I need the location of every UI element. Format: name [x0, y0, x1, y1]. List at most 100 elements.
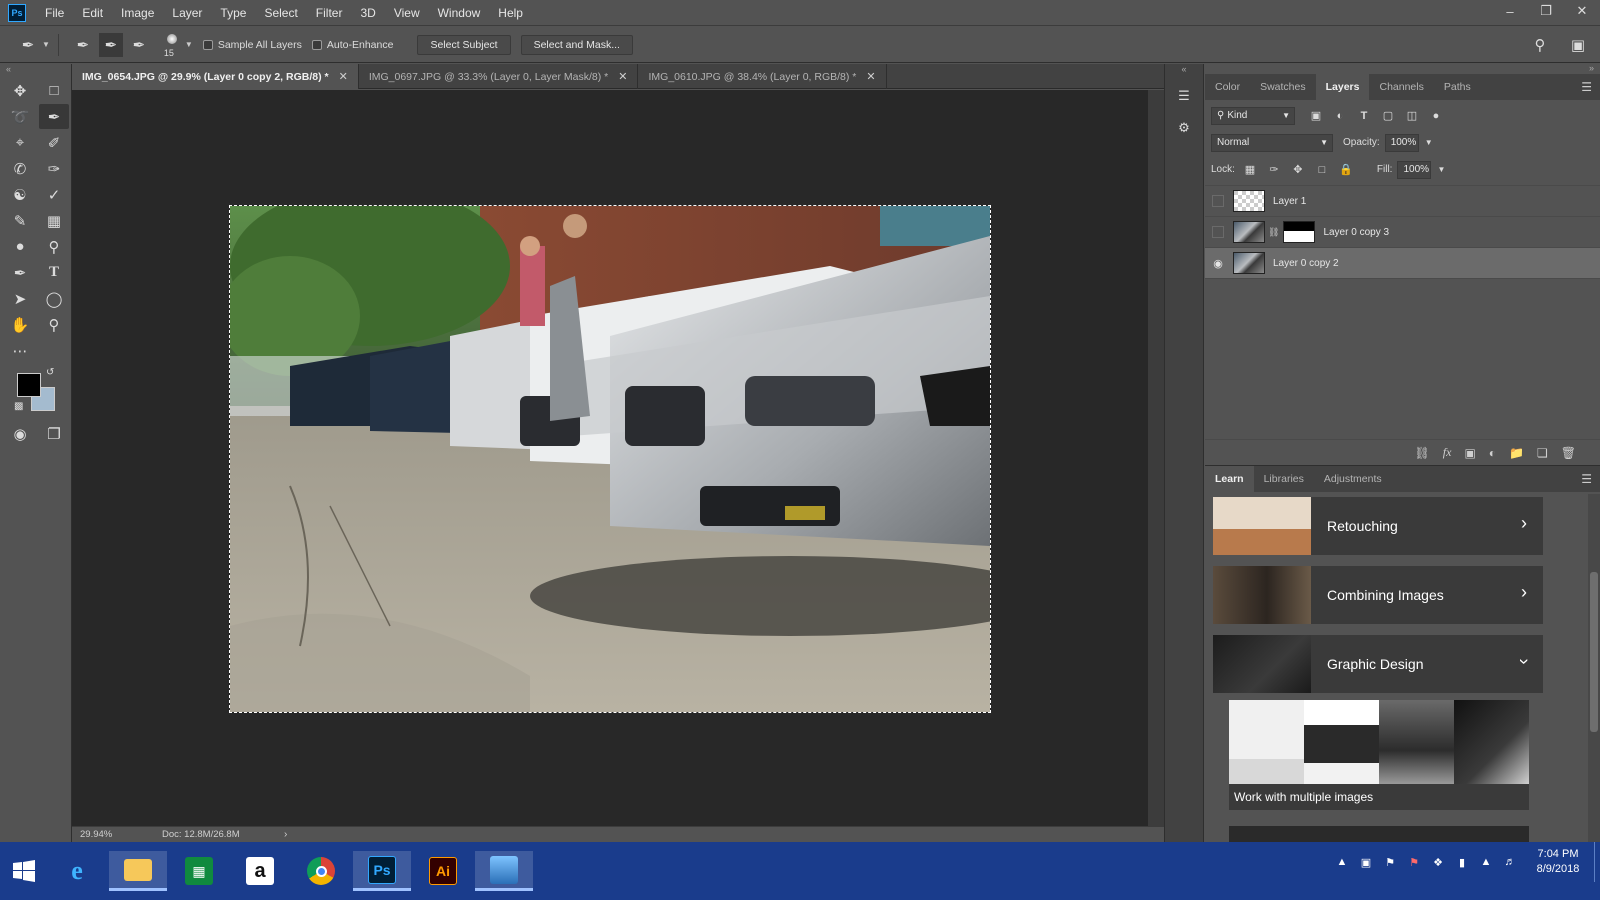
panel-expand-icon[interactable]: »	[1205, 64, 1600, 74]
delete-layer-icon[interactable]: 🗑	[1561, 446, 1576, 460]
type-layer-filter-icon[interactable]: T	[1355, 110, 1373, 122]
swap-colors-icon[interactable]: ↺	[46, 367, 54, 378]
opacity-input[interactable]: 100%	[1384, 133, 1419, 152]
taskbar-store[interactable]: ▦	[170, 851, 228, 891]
screen-mode-icon[interactable]: ❐	[39, 421, 69, 446]
close-icon[interactable]: ✕	[618, 70, 627, 83]
blend-mode-select[interactable]: Normal ▼	[1211, 133, 1333, 152]
move-tool-icon[interactable]: ✥	[5, 78, 35, 103]
layer-row-layer-0-copy-2[interactable]: ◉ Layer 0 copy 2	[1205, 248, 1600, 279]
path-selection-tool-icon[interactable]: ➤	[5, 286, 35, 311]
opacity-chevron-icon[interactable]: ▼	[1425, 138, 1433, 147]
adjustment-layer-filter-icon[interactable]: ◐	[1331, 110, 1349, 122]
close-icon[interactable]: ✕	[866, 70, 875, 83]
smart-object-filter-icon[interactable]: ◫	[1403, 109, 1421, 122]
canvas-area[interactable]	[72, 90, 1148, 826]
layer-name[interactable]: Layer 1	[1273, 196, 1306, 207]
hand-tool-icon[interactable]: ✋	[5, 312, 35, 337]
tab-img-0610[interactable]: IMG_0610.JPG @ 38.4% (Layer 0, RGB/8) * …	[638, 64, 887, 89]
menu-help[interactable]: Help	[489, 0, 532, 26]
select-and-mask-button[interactable]: Select and Mask...	[520, 34, 633, 55]
menu-filter[interactable]: Filter	[307, 0, 352, 26]
eye-icon[interactable]: ◉	[1211, 256, 1225, 270]
filter-toggle-icon[interactable]: ●	[1427, 110, 1445, 122]
panel-menu-icon[interactable]: ☰	[1581, 472, 1592, 486]
taskbar-amazon[interactable]: a	[231, 851, 289, 891]
minimize-icon[interactable]: –	[1492, 0, 1528, 22]
preset-dropdown-chevron-icon[interactable]: ▼	[42, 40, 50, 49]
tutorial-card[interactable]: Work with multiple images	[1229, 700, 1529, 810]
adjustment-layer-icon[interactable]: ◐	[1489, 446, 1496, 460]
menu-3d[interactable]: 3D	[351, 0, 384, 26]
zoom-tool-icon[interactable]: ⚲	[39, 312, 69, 337]
tab-swatches[interactable]: Swatches	[1250, 74, 1316, 100]
select-subject-button[interactable]: Select Subject	[417, 34, 511, 55]
learn-topic-retouching[interactable]: Retouching ›	[1213, 497, 1543, 555]
fill-input[interactable]: 100%	[1397, 160, 1432, 179]
taskbar-internet-explorer[interactable]: e	[48, 851, 106, 891]
lock-image-pixels-icon[interactable]: ✑	[1265, 163, 1283, 176]
lasso-tool-icon[interactable]: ➰	[5, 104, 35, 129]
show-desktop-button[interactable]	[1594, 842, 1600, 882]
dropbox-icon[interactable]: ❖	[1426, 856, 1450, 869]
layer-style-icon[interactable]: fx	[1443, 445, 1452, 460]
taskbar-illustrator[interactable]: Ai	[414, 851, 472, 891]
history-panel-icon[interactable]: ☰	[1172, 84, 1196, 108]
show-hidden-icons-icon[interactable]: ▲	[1330, 856, 1354, 868]
history-brush-tool-icon[interactable]: ✓	[39, 182, 69, 207]
learn-topic-graphic-design[interactable]: Graphic Design ›	[1213, 635, 1543, 693]
new-group-icon[interactable]: 📁	[1509, 446, 1524, 460]
close-icon[interactable]: ✕	[1564, 0, 1600, 22]
quick-selection-preset-icon[interactable]: ✒	[16, 33, 40, 57]
visibility-toggle[interactable]	[1212, 226, 1224, 238]
shape-layer-filter-icon[interactable]: ▢	[1379, 109, 1397, 122]
new-selection-icon[interactable]: ✒	[71, 33, 95, 57]
rectangular-marquee-tool-icon[interactable]: □	[39, 78, 69, 103]
quick-selection-tool-icon[interactable]: ✒	[39, 104, 69, 129]
search-icon[interactable]: ⚲	[1528, 33, 1552, 57]
link-layers-icon[interactable]: ⛓	[1415, 446, 1430, 460]
menu-image[interactable]: Image	[112, 0, 163, 26]
dock-collapse-icon[interactable]: «	[1165, 64, 1203, 76]
battery-icon[interactable]: ▮	[1450, 856, 1474, 869]
volume-icon[interactable]: ♬	[1498, 856, 1522, 868]
default-colors-icon[interactable]: ▩	[14, 401, 23, 412]
restore-icon[interactable]: ❐	[1528, 0, 1564, 22]
sample-all-layers-checkbox[interactable]: Sample All Layers	[202, 39, 302, 51]
document-image[interactable]	[230, 206, 990, 712]
add-to-selection-icon[interactable]: ✒	[98, 32, 123, 57]
tab-channels[interactable]: Channels	[1369, 74, 1433, 100]
security-icon[interactable]: ⚑	[1378, 856, 1402, 869]
subtract-from-selection-icon[interactable]: ✒	[127, 33, 151, 57]
status-menu-chevron-icon[interactable]: ›	[284, 829, 287, 840]
network-adapter-icon[interactable]: ▣	[1354, 856, 1378, 869]
menu-view[interactable]: View	[385, 0, 429, 26]
type-tool-icon[interactable]: T	[39, 260, 69, 285]
menu-type[interactable]: Type	[211, 0, 255, 26]
lock-position-icon[interactable]: ✥	[1289, 163, 1307, 176]
pixel-layer-filter-icon[interactable]: ▣	[1307, 109, 1325, 122]
taskbar-photos[interactable]	[475, 851, 533, 891]
eyedropper-tool-icon[interactable]: ✐	[39, 130, 69, 155]
tab-adjustments[interactable]: Adjustments	[1314, 466, 1392, 492]
system-clock[interactable]: 7:04 PM 8/9/2018	[1522, 847, 1594, 877]
clone-stamp-tool-icon[interactable]: ☯	[5, 182, 35, 207]
panel-collapse-icon[interactable]: «	[0, 64, 71, 78]
more-tools-icon[interactable]: ⋯	[5, 338, 35, 363]
visibility-toggle[interactable]	[1212, 195, 1224, 207]
tab-libraries[interactable]: Libraries	[1254, 466, 1314, 492]
canvas-vertical-scrollbar[interactable]	[1148, 90, 1164, 826]
scroll-thumb[interactable]	[1590, 572, 1598, 732]
quick-mask-icon[interactable]: ◉	[5, 421, 35, 446]
menu-window[interactable]: Window	[429, 0, 490, 26]
start-button[interactable]	[0, 851, 48, 891]
blur-tool-icon[interactable]: ●	[5, 234, 35, 259]
tab-img-0654[interactable]: IMG_0654.JPG @ 29.9% (Layer 0 copy 2, RG…	[72, 64, 359, 89]
layer-kind-filter[interactable]: ⚲ Kind ▼	[1211, 106, 1295, 125]
brush-tool-icon[interactable]: ✑	[39, 156, 69, 181]
layer-name[interactable]: Layer 0 copy 2	[1273, 258, 1339, 269]
tab-img-0697[interactable]: IMG_0697.JPG @ 33.3% (Layer 0, Layer Mas…	[359, 64, 639, 89]
lock-transparent-pixels-icon[interactable]: ▦	[1241, 163, 1259, 176]
ellipse-tool-icon[interactable]: ◯	[39, 286, 69, 311]
lock-artboard-icon[interactable]: □	[1313, 164, 1331, 176]
